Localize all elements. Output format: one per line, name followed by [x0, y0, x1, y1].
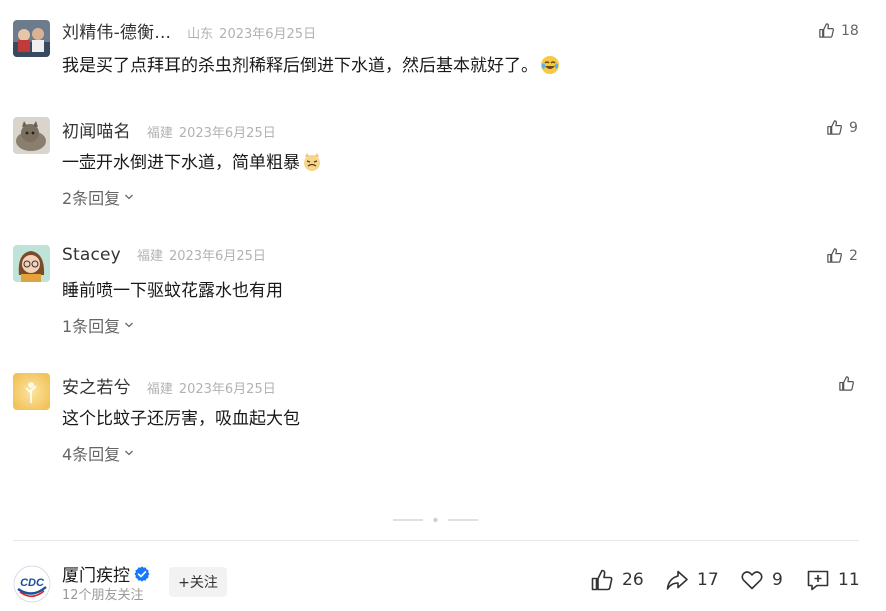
like-button[interactable]: 9 — [826, 119, 858, 136]
account-logo[interactable]: CDC — [13, 565, 51, 603]
comment-location: 山东 — [187, 27, 214, 42]
comment-text-content: 一壶开水倒进下水道，简单粗暴 — [62, 153, 300, 173]
comment-author[interactable]: 刘精伟-德衡... — [62, 18, 171, 43]
replies-toggle[interactable]: 1条回复 — [62, 313, 134, 337]
comment-text: 一壶开水倒进下水道，简单粗暴 — [62, 148, 322, 173]
laughing-tears-emoji-icon — [541, 56, 559, 74]
thumbs-up-icon — [827, 248, 842, 263]
comment-text-content: 这个比蚊子还厉害，吸血起大包 — [62, 409, 300, 429]
like-count: 18 — [841, 22, 859, 39]
comment-item: 刘精伟-德衡... 山东 2023年6月25日 我是买了点拜耳的杀虫剂稀释后倒进下… — [0, 18, 886, 88]
comment-author[interactable]: Stacey — [62, 245, 121, 265]
comment-text: 睡前喷一下驱蚊花露水也有用 — [62, 276, 283, 301]
like-button[interactable]: 2 — [826, 247, 858, 264]
avatar[interactable] — [13, 373, 50, 410]
thumbs-up-icon — [819, 23, 834, 38]
like-count: 9 — [849, 119, 858, 136]
thumbs-up-icon — [839, 376, 854, 391]
like-button[interactable]: 18 — [818, 22, 859, 39]
comment-author[interactable]: 初闻喵名 — [62, 117, 131, 142]
share-button[interactable]: 17 — [665, 568, 719, 592]
comment-date: 2023年6月25日 — [168, 249, 266, 264]
chevron-down-icon — [125, 194, 134, 200]
account-name-row: 厦门疾控 — [62, 561, 150, 586]
avatar[interactable] — [13, 20, 50, 57]
comment-author[interactable]: 安之若兮 — [62, 373, 131, 398]
account-name[interactable]: 厦门疾控 — [62, 561, 130, 586]
comment-meta: 福建 2023年6月25日 — [147, 378, 276, 397]
comment-meta: 福建 2023年6月25日 — [137, 245, 266, 264]
like-button[interactable] — [838, 375, 861, 392]
comment-header: 安之若兮 福建 2023年6月25日 — [62, 373, 276, 398]
comment-text-content: 睡前喷一下驱蚊花露水也有用 — [62, 281, 283, 301]
comment-meta: 福建 2023年6月25日 — [147, 122, 276, 141]
cat-emoji-icon — [304, 153, 320, 171]
comment-header: 刘精伟-德衡... 山东 2023年6月25日 — [62, 18, 316, 43]
share-icon — [666, 570, 688, 590]
like-count: 2 — [849, 247, 858, 264]
replies-count: 1条回复 — [62, 317, 121, 336]
avatar[interactable] — [13, 245, 50, 282]
follow-button[interactable]: +关注 — [169, 567, 227, 597]
thumbs-up-icon — [591, 569, 613, 591]
comment-location: 福建 — [146, 126, 173, 141]
favorite-button[interactable]: 9 — [740, 568, 783, 592]
favorite-count: 9 — [772, 570, 783, 590]
account-subtitle: 12个朋友关注 — [62, 588, 144, 603]
comment-text: 我是买了点拜耳的杀虫剂稀释后倒进下水道，然后基本就好了。 — [62, 51, 560, 76]
comment-item: Stacey 福建 2023年6月25日 睡前喷一下驱蚊花露水也有用 1条回复 2 — [0, 245, 886, 345]
list-end-divider — [393, 517, 478, 523]
comment-location: 福建 — [146, 382, 173, 397]
comment-icon — [807, 570, 829, 591]
logo-text: CDC — [20, 577, 45, 589]
chevron-down-icon — [125, 322, 134, 328]
comment-text: 这个比蚊子还厉害，吸血起大包 — [62, 404, 300, 429]
comment-header: Stacey 福建 2023年6月25日 — [62, 245, 266, 269]
comment-count: 11 — [838, 570, 860, 590]
follow-label: +关注 — [178, 575, 218, 591]
share-count: 17 — [697, 570, 719, 590]
chevron-down-icon — [125, 450, 134, 456]
comment-item: 初闻喵名 福建 2023年6月25日 一壶开水倒进下水道，简单粗暴 2条回复 9 — [0, 117, 886, 217]
comment-header: 初闻喵名 福建 2023年6月25日 — [62, 117, 276, 142]
replies-toggle[interactable]: 4条回复 — [62, 441, 134, 465]
comment-item: 安之若兮 福建 2023年6月25日 这个比蚊子还厉害，吸血起大包 4条回复 — [0, 373, 886, 473]
like-count: 26 — [622, 570, 644, 590]
verified-badge-icon — [134, 565, 150, 582]
replies-count: 2条回复 — [62, 189, 121, 208]
comment-date: 2023年6月25日 — [219, 27, 317, 42]
thumbs-up-icon — [827, 120, 842, 135]
comment-date: 2023年6月25日 — [178, 382, 276, 397]
replies-toggle[interactable]: 2条回复 — [62, 185, 134, 209]
comment-meta: 山东 2023年6月25日 — [187, 23, 316, 42]
avatar[interactable] — [13, 117, 50, 154]
comment-location: 福建 — [136, 249, 163, 264]
comment-date: 2023年6月25日 — [178, 126, 276, 141]
comment-text-content: 我是买了点拜耳的杀虫剂稀释后倒进下水道，然后基本就好了。 — [62, 56, 538, 76]
footer-divider — [13, 540, 859, 541]
replies-count: 4条回复 — [62, 445, 121, 464]
like-article-button[interactable]: 26 — [590, 568, 644, 592]
heart-icon — [741, 571, 763, 590]
comment-button[interactable]: 11 — [806, 568, 860, 592]
